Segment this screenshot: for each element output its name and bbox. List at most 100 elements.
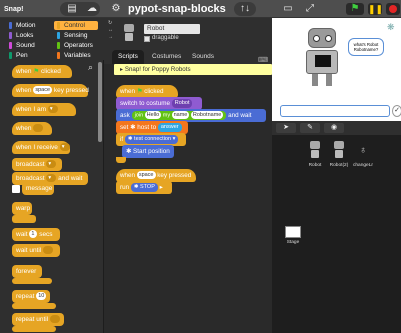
block-text: key pressed [157,172,192,179]
tab-sounds[interactable]: Sounds [186,50,220,64]
repeat-block[interactable]: repeat 10 [12,290,50,303]
category-pen[interactable]: Pen [6,51,50,60]
when-key-pressed-block[interactable]: when space key pressed [12,84,89,97]
category-motion[interactable]: Motion [6,21,50,30]
category-label: Control [64,22,85,29]
warp-c-slot [12,215,36,223]
camera-icon[interactable]: ◉ [324,123,344,133]
block-text: when [120,172,136,179]
category-control[interactable]: Control [54,21,98,30]
test-connection-reporter[interactable]: ✱ test connection ▾ [124,134,179,144]
keyboard-icon[interactable]: ⌨ [258,56,270,64]
robot-screen [315,55,331,67]
robot-leg [312,74,318,86]
robot-sprite[interactable] [302,28,342,88]
broadcast-block[interactable]: broadcast ▾ [12,158,62,171]
ask-input-field[interactable] [280,105,390,117]
my-input[interactable]: name [171,110,190,119]
block-text: repeat [16,293,35,300]
script-comment[interactable]: ▸ Snap! for Poppy Robots [114,64,272,75]
wait-until-block[interactable]: wait until [12,244,60,257]
speech-bubble: what's Robot Robotname? [348,38,384,56]
pause-button[interactable]: ❚❚ [368,3,383,15]
poppy-logo-icon: ❋ [387,22,395,32]
poppy-icon: ✱ [127,135,133,142]
settings-icon[interactable]: ⚙ [110,3,122,15]
category-sensing[interactable]: Sensing [54,31,98,40]
category-variables[interactable]: Variables [54,51,98,60]
ask-confirm-button[interactable]: ✓ [392,105,401,117]
tab-costumes[interactable]: Costumes [146,50,187,64]
message-reporter[interactable]: message [22,182,54,195]
condition-slot[interactable] [49,315,60,324]
block-text: and wait [228,112,252,119]
warp-block[interactable]: warp [12,202,32,215]
arrow-icon[interactable]: ➤ [276,123,296,133]
stop-button[interactable] [386,3,400,15]
palette-search-icon[interactable]: ⌕ [88,62,98,72]
block-text: when I am [16,106,46,113]
green-flag-button[interactable]: ⚑ [346,3,364,15]
answer-reporter[interactable]: answer [157,122,182,132]
category-label: Pen [16,52,28,59]
run-stop-block[interactable]: run ✱ STOP ▸ [116,181,172,194]
sprite-name-field[interactable]: Robot [144,24,200,34]
broadcast-dropdown[interactable]: ▾ [46,160,57,169]
sprite-thumb-robot[interactable]: Robot [304,141,326,173]
sprite-corral: ➤ ✎ ◉ Robot Robot(2) ♁ changeLr Stage [272,121,401,333]
message-dropdown[interactable]: ▾ [59,143,70,152]
when-i-am-block[interactable]: when I am clicked▾ [12,103,76,116]
file-icon[interactable]: ▤ [66,3,78,15]
paint-icon[interactable]: ✎ [300,123,320,133]
stage[interactable]: what's Robot Robotname? ❋ [272,18,401,99]
stage-size-icon[interactable]: ▭ [282,3,294,15]
category-looks[interactable]: Looks [6,31,50,40]
join-input[interactable]: Hello [144,110,162,119]
arrow-right-icon[interactable]: ▸ [160,184,163,191]
stage-thumb[interactable]: Stage [284,226,302,245]
fullscreen-icon[interactable]: ⤢ [304,3,316,15]
when-i-receive-block[interactable]: when I receive ▾ [12,141,70,154]
draggable-checkbox[interactable] [144,36,150,42]
start-position-block[interactable]: ✱ Start position [122,145,174,158]
draggable-label: draggable [152,35,179,41]
interaction-dropdown-arrow[interactable]: ▾ [47,105,58,114]
join-reporter[interactable]: join Hello my name Robotname [131,110,227,120]
condition-slot[interactable] [43,246,54,255]
cloud-icon[interactable]: ☁ [86,3,98,15]
category-label: Sound [16,42,35,49]
repeat-until-block[interactable]: repeat until [12,313,64,326]
palette-scrollbar[interactable] [98,62,102,142]
condition-slot[interactable] [33,124,44,133]
message-checkbox[interactable] [12,185,20,193]
category-operators[interactable]: Operators [54,41,98,50]
key-dropdown[interactable]: space [136,171,156,180]
repeat-input[interactable]: 10 [36,292,47,301]
tab-scripts[interactable]: Scripts [112,50,144,64]
sprite-thumb-changelr[interactable]: ♁ changeLr [352,141,374,173]
block-palette: when ⚑ clicked when space key pressed wh… [0,60,104,333]
when-flag-clicked-block[interactable]: when ⚑ clicked [12,65,72,78]
wait-input[interactable]: 1 [29,230,38,239]
no-rotate-icon[interactable]: → [108,34,114,41]
when-condition-block[interactable]: when [12,122,52,135]
robot-eye [313,35,320,42]
wait-secs-block[interactable]: wait 1 secs [12,228,60,241]
category-color [57,32,60,39]
forever-block[interactable]: forever [12,265,42,278]
category-label: Variables [64,52,91,59]
turbo-icon[interactable]: ↑↓ [239,3,251,15]
snap-logo[interactable]: Snap! [4,2,28,16]
category-sound[interactable]: Sound [6,41,50,50]
sprite-thumb-robot2[interactable]: Robot(2) [328,141,350,173]
scripts-area[interactable]: ▸ Snap! for Poppy Robots when ⚑ clicked … [104,64,272,333]
flip-icon[interactable]: ↔ [108,27,114,34]
category-label: Sensing [64,32,88,39]
stop-reporter[interactable]: ✱ STOP [130,182,158,192]
block-text: to [150,124,157,131]
key-dropdown[interactable]: space [33,86,53,95]
rotate-icon[interactable]: ↻ [108,20,114,27]
chevron-down-icon: ▾ [172,135,176,142]
name-input[interactable]: Robotname [190,110,224,119]
costume-dropdown[interactable]: Robot [171,98,193,108]
